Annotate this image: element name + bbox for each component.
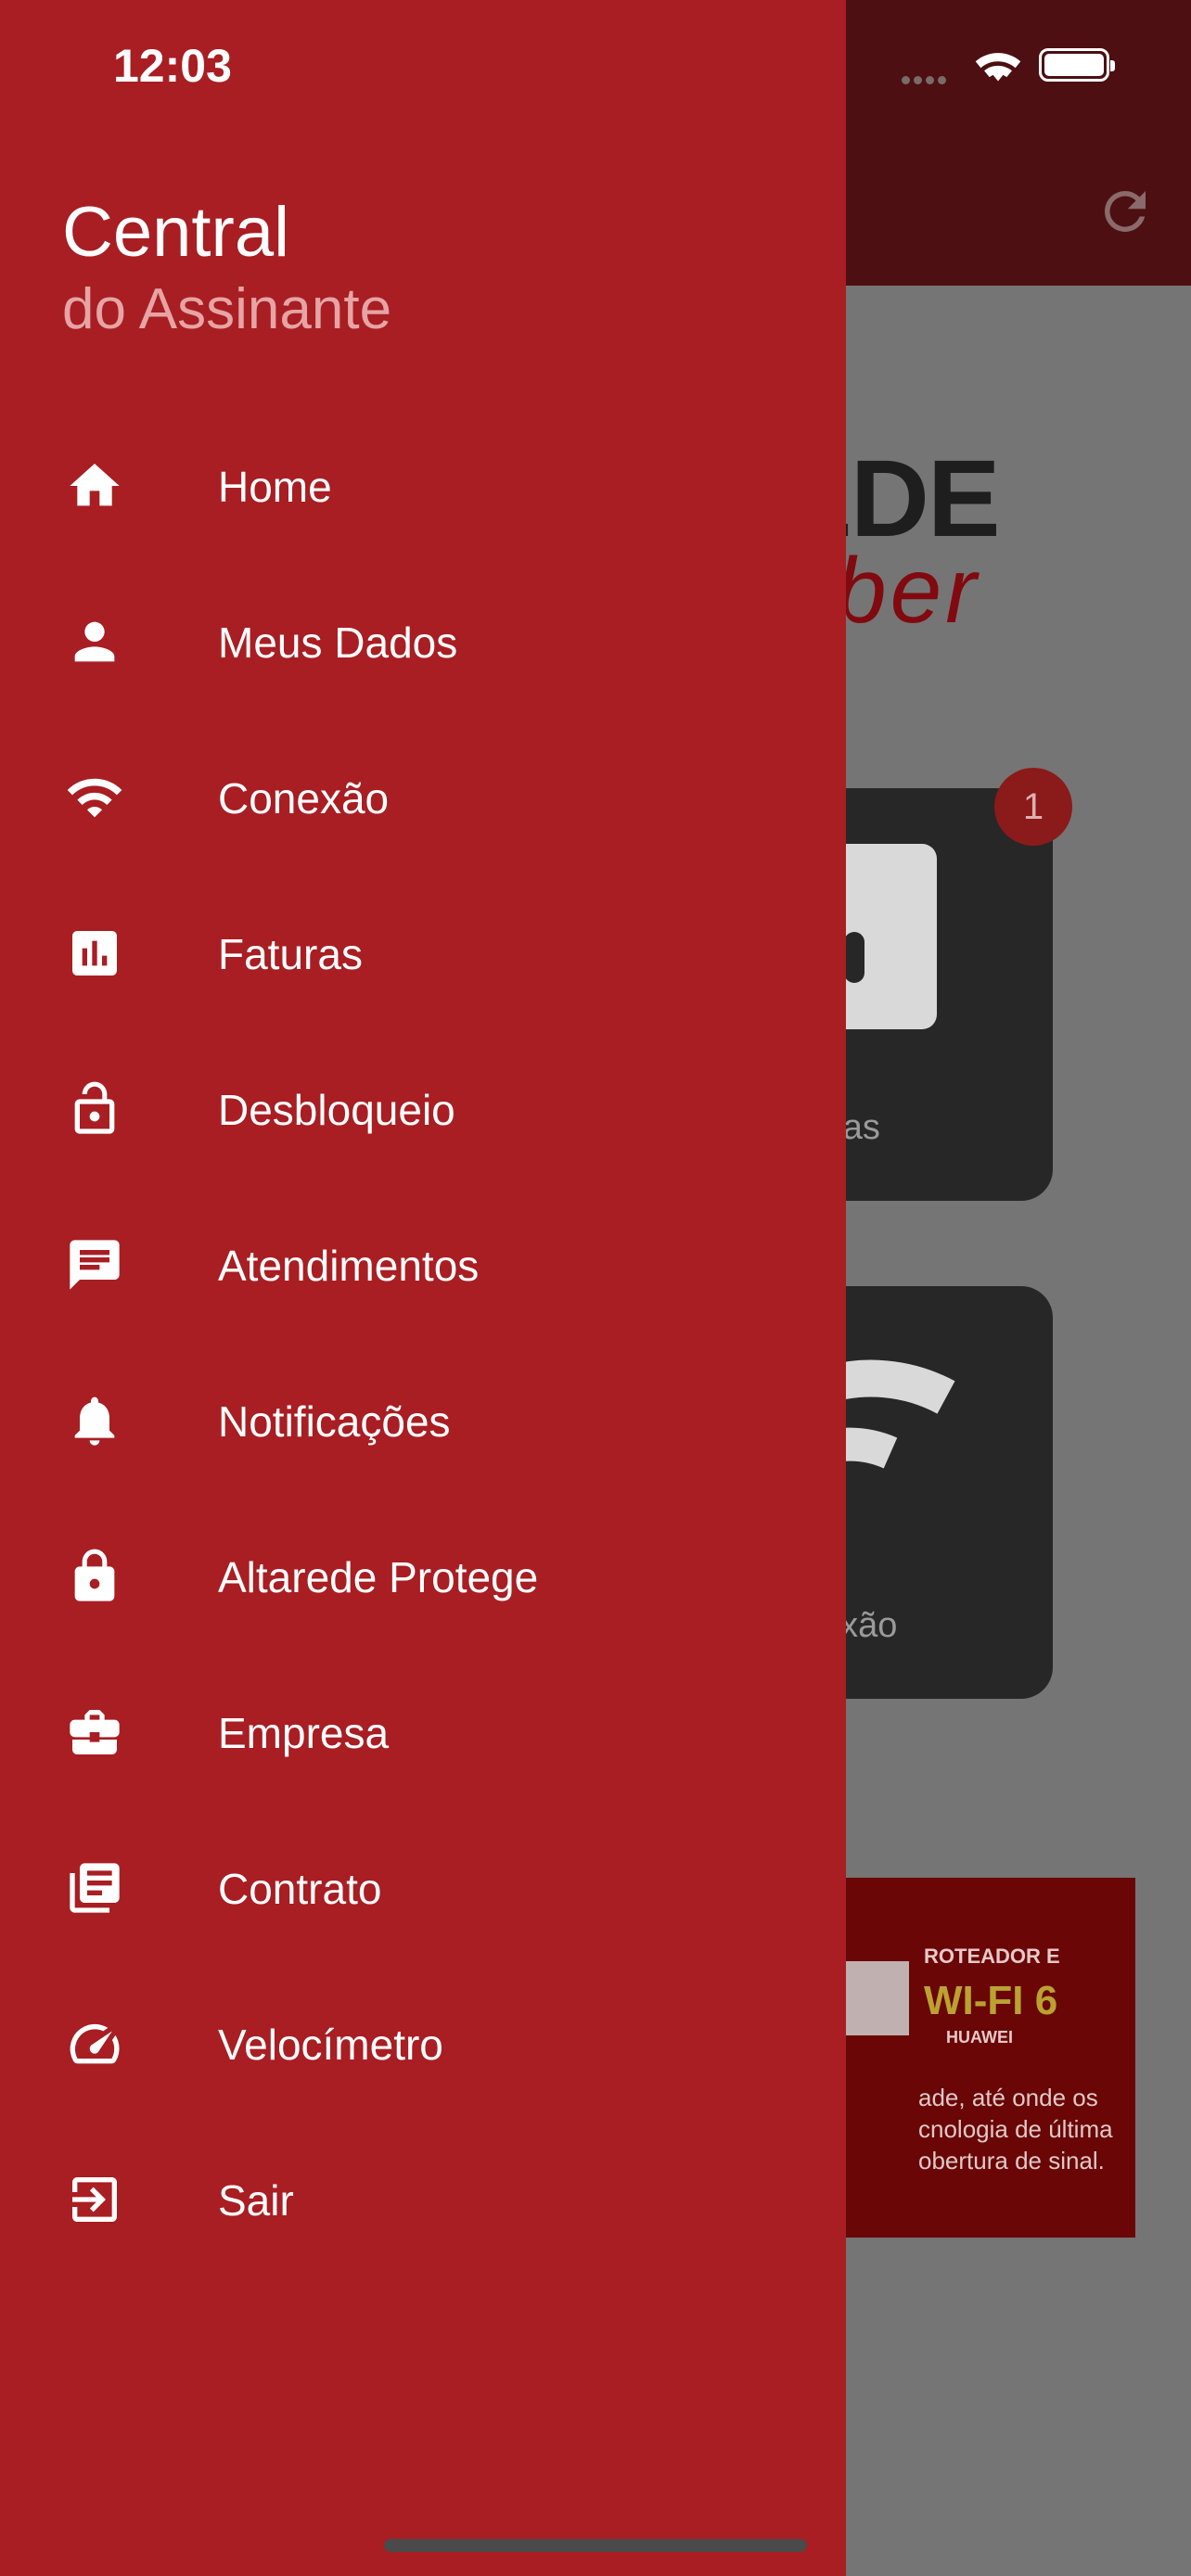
notification-badge: 1 <box>994 768 1072 846</box>
status-time: 12:03 <box>113 40 232 92</box>
menu-item-faturas[interactable]: Faturas <box>0 875 846 1031</box>
banner-brand: HUAWEI <box>946 2028 1013 2047</box>
menu-item-label: Notificações <box>218 1397 451 1446</box>
menu-item-altarede-protege[interactable]: Altarede Protege <box>0 1498 846 1654</box>
menu-item-velocimetro[interactable]: Velocímetro <box>0 1966 846 2122</box>
menu-item-label: Home <box>218 463 332 511</box>
menu-item-conexao[interactable]: Conexão <box>0 720 846 875</box>
navigation-drawer: Central do Assinante Home Meus Dados Con… <box>0 0 846 2576</box>
menu-item-home[interactable]: Home <box>0 408 846 564</box>
home-icon <box>65 456 124 516</box>
refresh-icon[interactable] <box>1095 181 1156 242</box>
cellular-signal-icon <box>902 72 950 89</box>
menu-item-desbloqueio[interactable]: Desbloqueio <box>0 1031 846 1187</box>
menu-item-label: Faturas <box>218 930 363 978</box>
menu-item-label: Altarede Protege <box>218 1553 539 1601</box>
brand-logo-sub: ber <box>835 539 980 643</box>
menu-item-meus-dados[interactable]: Meus Dados <box>0 564 846 720</box>
menu-item-label: Empresa <box>218 1709 390 1757</box>
drawer-title: Central <box>62 193 289 272</box>
status-bar: 12:03 <box>0 0 1191 134</box>
menu-item-label: Sair <box>218 2176 294 2225</box>
menu-item-empresa[interactable]: Empresa <box>0 1654 846 1810</box>
menu-item-label: Desbloqueio <box>218 1086 455 1134</box>
wifi-status-icon <box>975 53 1021 82</box>
bell-icon <box>65 1391 124 1450</box>
drawer-menu: Home Meus Dados Conexão Faturas Desbloqu… <box>0 408 846 2277</box>
banner-line1: ROTEADOR E <box>924 1945 1060 1968</box>
menu-item-label: Conexão <box>218 774 390 823</box>
lock-icon <box>65 1547 124 1606</box>
banner-headline: WI-FI 6 <box>924 1978 1058 2023</box>
briefcase-icon <box>65 1702 124 1762</box>
menu-item-contrato[interactable]: Contrato <box>0 1810 846 1966</box>
drawer-subtitle: do Assinante <box>62 277 392 341</box>
menu-item-label: Contrato <box>218 1865 382 1913</box>
menu-item-label: Atendimentos <box>218 1242 480 1290</box>
unlock-icon <box>65 1079 124 1139</box>
speedometer-icon <box>65 2014 124 2073</box>
menu-item-label: Meus Dados <box>218 618 458 667</box>
home-indicator[interactable] <box>384 2539 807 2552</box>
menu-item-label: Velocímetro <box>218 2021 443 2069</box>
banner-body: ade, até onde os cnologia de última ober… <box>918 2084 1113 2174</box>
wifi-icon <box>65 768 124 827</box>
menu-item-sair[interactable]: Sair <box>0 2122 846 2277</box>
battery-icon <box>1039 48 1115 82</box>
document-icon <box>65 1858 124 1918</box>
menu-item-atendimentos[interactable]: Atendimentos <box>0 1187 846 1343</box>
menu-item-notificacoes[interactable]: Notificações <box>0 1343 846 1498</box>
person-icon <box>65 612 124 671</box>
exit-icon <box>65 2170 124 2229</box>
chat-icon <box>65 1235 124 1294</box>
bar-chart-icon <box>65 924 124 983</box>
router-image <box>835 1961 909 2035</box>
